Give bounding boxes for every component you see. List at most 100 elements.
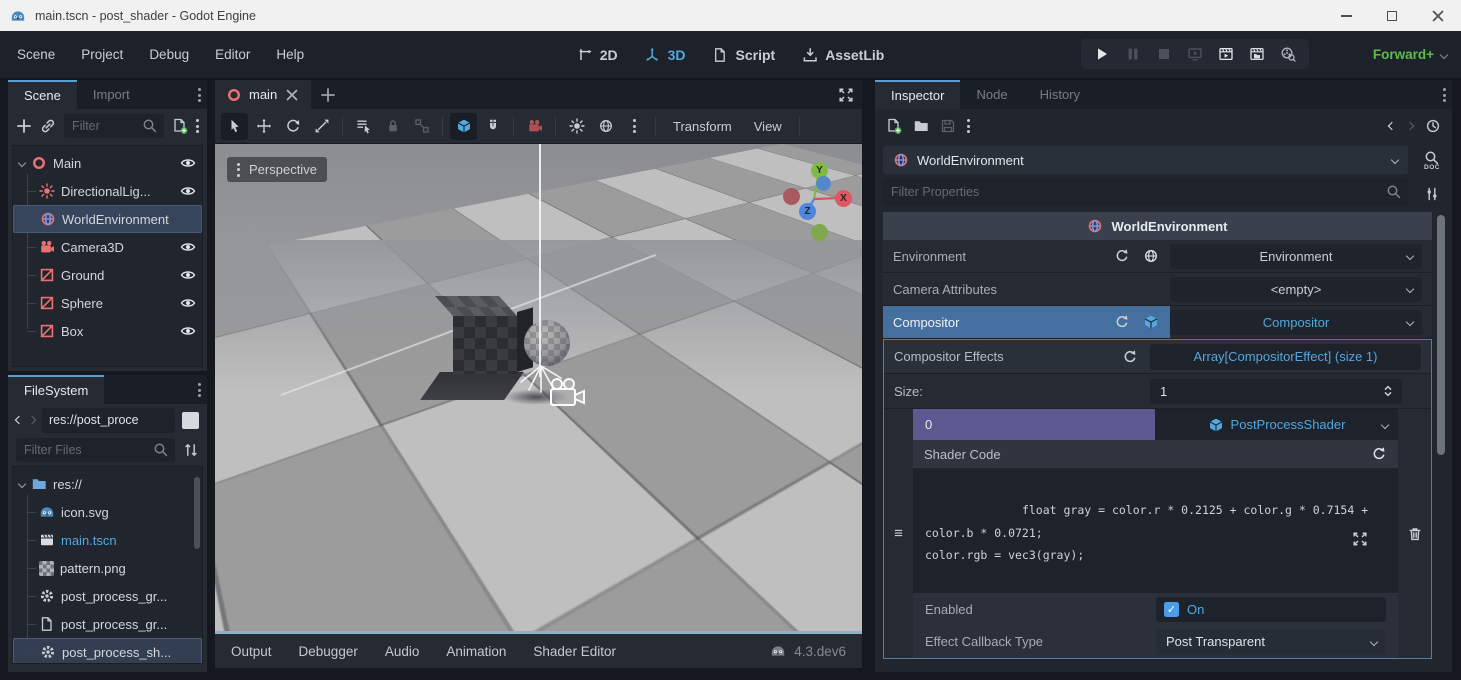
movie-maker-button[interactable] [1280, 46, 1296, 62]
axis-z-ball[interactable]: Z [799, 203, 816, 220]
transform-menu[interactable]: Transform [663, 119, 742, 134]
menu-help[interactable]: Help [263, 40, 317, 69]
lock-node-button[interactable] [379, 113, 406, 140]
play-button[interactable] [1094, 46, 1110, 62]
inspector-menu-icon[interactable] [1443, 88, 1446, 102]
menu-scene[interactable]: Scene [4, 40, 68, 69]
scene-node-directionallight[interactable]: DirectionalLig... [13, 177, 202, 205]
perspective-chip[interactable]: Perspective [227, 157, 327, 182]
visibility-eye-icon[interactable] [180, 323, 196, 339]
property-environment[interactable]: Environment Environment [883, 240, 1432, 273]
axis-neg-y-ball[interactable] [811, 224, 828, 241]
tab-filesystem[interactable]: FileSystem [8, 375, 104, 404]
toggle-split-mode-button[interactable] [182, 412, 199, 429]
axis-neg-z-ball[interactable] [816, 176, 831, 191]
visibility-eye-icon[interactable] [180, 267, 196, 283]
move-tool-button[interactable] [250, 113, 277, 140]
filesystem-menu-icon[interactable] [198, 383, 201, 397]
3d-viewport[interactable]: Perspective Y X Z [215, 144, 862, 631]
rotate-tool-button[interactable] [279, 113, 306, 140]
tab-scene[interactable]: Scene [8, 80, 77, 109]
viewport-menu-icon[interactable] [621, 113, 648, 140]
edited-object-selector[interactable]: WorldEnvironment [883, 146, 1408, 174]
file-filter-input[interactable] [24, 443, 153, 457]
file-item-icon-svg[interactable]: icon.svg [13, 498, 202, 526]
trash-icon[interactable] [1407, 526, 1423, 542]
maximize-button[interactable] [1369, 0, 1415, 31]
new-scene-tab-button[interactable] [311, 80, 345, 109]
pause-button[interactable] [1125, 46, 1141, 62]
list-select-button[interactable] [350, 113, 377, 140]
new-resource-button[interactable] [886, 118, 902, 134]
scene-node-camera3d[interactable]: Camera3D [13, 233, 202, 261]
play-scene-button[interactable] [1218, 46, 1234, 62]
axis-neg-x-ball[interactable] [783, 188, 800, 205]
collapse-icon[interactable] [18, 480, 26, 488]
open-docs-button[interactable]: DOC [1424, 150, 1440, 171]
orientation-gizmo[interactable]: Y X Z [783, 154, 862, 246]
forward-icon[interactable] [28, 416, 36, 424]
menu-debug[interactable]: Debug [136, 40, 202, 69]
shader-code-editor[interactable]: float gray = color.r * 0.2125 + color.g … [913, 469, 1398, 593]
visibility-eye-icon[interactable] [180, 155, 196, 171]
enabled-checkbox-field[interactable]: ✓ On [1156, 597, 1386, 622]
array-element-drag-handle[interactable]: ≡ [884, 409, 913, 658]
expand-code-icon[interactable] [1352, 531, 1368, 547]
compositor-value[interactable]: Compositor [1170, 310, 1422, 335]
bottom-tab-shader-editor[interactable]: Shader Editor [533, 644, 616, 659]
camera-attributes-value[interactable]: <empty> [1170, 277, 1422, 302]
scale-tool-button[interactable] [308, 113, 335, 140]
edit-history-icon[interactable] [1425, 118, 1441, 134]
remote-debug-button[interactable] [1187, 46, 1203, 62]
view-menu[interactable]: View [744, 119, 792, 134]
tab-import[interactable]: Import [77, 80, 146, 109]
stop-button[interactable] [1156, 46, 1172, 62]
sort-files-icon[interactable] [183, 442, 199, 458]
file-item-main-tscn[interactable]: main.tscn [13, 526, 202, 554]
load-resource-button[interactable] [913, 118, 929, 134]
close-tab-icon[interactable] [284, 87, 300, 103]
resource-options-icon[interactable] [967, 119, 970, 133]
history-forward-icon[interactable] [1406, 122, 1414, 130]
array-size-field[interactable]: 1 [1150, 379, 1402, 404]
file-item-post-process-2[interactable]: post_process_gr... [13, 610, 202, 638]
revert-icon[interactable] [1371, 446, 1387, 462]
scene-node-main[interactable]: Main [13, 149, 202, 177]
visibility-eye-icon[interactable] [180, 295, 196, 311]
camera-preview-button[interactable] [521, 113, 548, 140]
workspace-2d-button[interactable]: 2D [577, 47, 618, 63]
close-button[interactable] [1415, 0, 1461, 31]
add-node-button[interactable] [16, 118, 32, 134]
tab-history[interactable]: History [1024, 80, 1096, 109]
axis-x-ball[interactable]: X [835, 190, 852, 207]
snap-toggle[interactable] [479, 113, 506, 140]
scene-tab-main[interactable]: main [215, 80, 311, 109]
attach-script-button[interactable] [172, 118, 188, 134]
save-resource-button[interactable] [940, 118, 956, 134]
workspace-script-button[interactable]: Script [713, 47, 776, 63]
scene-dock-menu-icon[interactable] [198, 88, 201, 102]
scene-node-box[interactable]: Box [13, 317, 202, 345]
checkbox-checked-icon[interactable]: ✓ [1164, 602, 1179, 617]
view-options-icon[interactable] [237, 163, 240, 177]
collapse-icon[interactable] [18, 159, 26, 167]
scene-node-ground[interactable]: Ground [13, 261, 202, 289]
visibility-eye-icon[interactable] [180, 239, 196, 255]
filesystem-scrollbar[interactable] [194, 477, 200, 549]
bottom-tab-animation[interactable]: Animation [446, 644, 506, 659]
revert-icon[interactable] [1114, 314, 1130, 330]
revert-icon[interactable] [1114, 248, 1130, 264]
revert-icon[interactable] [1122, 349, 1138, 365]
scene-node-worldenvironment[interactable]: WorldEnvironment [13, 205, 202, 233]
camera-gizmo-icon[interactable] [545, 376, 587, 408]
workspace-3d-button[interactable]: 3D [645, 47, 686, 63]
scene-filter-input[interactable] [72, 119, 142, 133]
renderer-selector[interactable]: Forward+ [1373, 31, 1447, 78]
file-item-pattern-png[interactable]: pattern.png [13, 554, 202, 582]
play-custom-scene-button[interactable] [1249, 46, 1265, 62]
file-item-root[interactable]: res:// [13, 470, 202, 498]
instance-scene-button[interactable] [40, 118, 56, 134]
file-item-post-process-shader[interactable]: post_process_sh... [13, 638, 202, 664]
inspector-scrollbar[interactable] [1437, 215, 1445, 455]
local-space-toggle[interactable] [450, 113, 477, 140]
